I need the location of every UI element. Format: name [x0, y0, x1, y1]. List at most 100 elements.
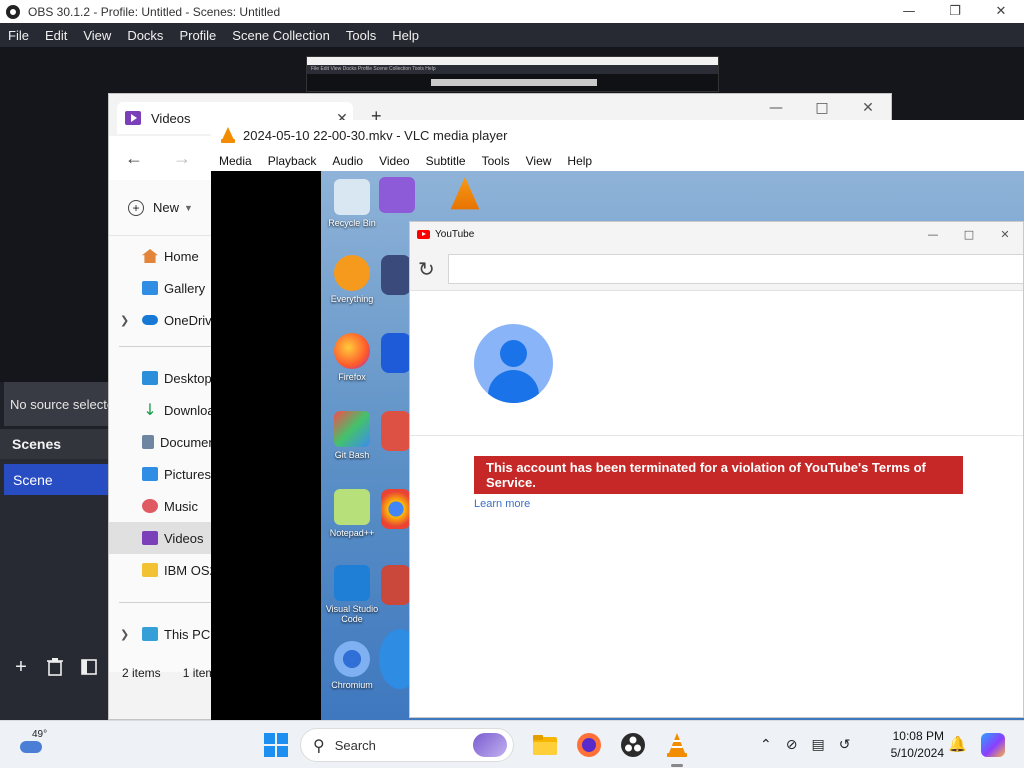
explorer-close-button[interactable]: ✕	[845, 94, 891, 122]
git-bash-icon	[334, 411, 370, 447]
vlc-menu-media[interactable]: Media	[211, 154, 260, 168]
youtube-window: YouTube — □ ✕ ↻ This account has been te…	[409, 221, 1024, 718]
sidebar-item-desktop[interactable]: Desktop	[109, 362, 213, 394]
menu-docks[interactable]: Docks	[119, 28, 171, 43]
sidebar-item-pictures[interactable]: Pictures	[109, 458, 213, 490]
scene-list-item[interactable]: Scene	[4, 464, 114, 495]
youtube-titlebar: YouTube — □ ✕	[410, 222, 1023, 247]
computer-icon	[142, 627, 158, 641]
update-icon[interactable]: ↺	[839, 737, 851, 753]
sidebar-item-videos[interactable]: Videos	[109, 522, 213, 554]
trash-icon	[47, 658, 63, 676]
sidebar-item-home[interactable]: Home	[109, 240, 213, 272]
vlc-menu-help[interactable]: Help	[559, 154, 600, 168]
sidebar-label: Desktop	[164, 370, 212, 386]
expand-chevron-icon[interactable]: ❯	[120, 628, 129, 641]
maximize-button[interactable]: ❐	[932, 0, 978, 23]
forward-arrow-icon[interactable]: →	[173, 148, 191, 169]
app-icon	[381, 565, 411, 605]
back-arrow-icon[interactable]: ←	[125, 148, 143, 169]
explorer-minimize-button[interactable]: —	[753, 94, 799, 122]
avatar-head	[500, 340, 527, 367]
folder-icon	[142, 563, 158, 577]
obs-preview-nested-screen: File Edit View Docks Profile Scene Colle…	[306, 56, 719, 92]
sidebar-item-gallery[interactable]: Gallery	[109, 272, 213, 304]
new-button[interactable]: New	[153, 200, 179, 215]
learn-more-link[interactable]: Learn more	[474, 498, 530, 510]
sidebar-item-music[interactable]: Music	[109, 490, 213, 522]
sidebar-label: Videos	[164, 530, 204, 546]
menu-view[interactable]: View	[75, 28, 119, 43]
sidebar-item-downloads[interactable]: ↓ Downloads	[109, 394, 213, 426]
vlc-menu-view[interactable]: View	[518, 154, 560, 168]
address-bar-input[interactable]	[448, 253, 1023, 284]
vlc-menu-video[interactable]: Video	[371, 154, 417, 168]
desktop-icon-label: Recycle Bin	[328, 218, 376, 228]
sidebar-label: Pictures	[164, 466, 211, 482]
remove-scene-button[interactable]	[42, 654, 68, 680]
expand-chevron-icon[interactable]: ❯	[120, 314, 129, 327]
vlc-menu-tools[interactable]: Tools	[474, 154, 518, 168]
desktop-icon	[142, 371, 158, 385]
vlc-window-title: 2024-05-10 22-00-30.mkv - VLC media play…	[243, 127, 508, 143]
scene-filter-button[interactable]	[76, 654, 102, 680]
explorer-status-bar: 2 items 1 item	[109, 658, 213, 688]
notification-bell-icon[interactable]: 🔔	[948, 735, 967, 753]
vlc-titlebar: 2024-05-10 22-00-30.mkv - VLC media play…	[211, 120, 1024, 150]
taskbar-obs[interactable]	[617, 729, 649, 761]
gallery-icon	[142, 281, 158, 295]
chevron-down-icon: ▼	[184, 202, 193, 213]
menu-scene-collection[interactable]: Scene Collection	[224, 28, 338, 43]
yt-maximize-button[interactable]: □	[951, 228, 987, 241]
menu-help[interactable]: Help	[384, 28, 427, 43]
notepad-plus-icon	[334, 489, 370, 525]
vlc-menu-playback[interactable]: Playback	[260, 154, 325, 168]
minimize-button[interactable]: —	[886, 0, 932, 23]
avatar	[474, 324, 553, 403]
taskbar: 49° ⚲ Search ⌃ ⊘ ▤ ↺ 10:08 PM 5/10/2024 …	[0, 720, 1024, 768]
desktop-icon-chromium: Chromium	[322, 641, 382, 690]
yt-close-button[interactable]: ✕	[987, 228, 1023, 241]
menu-file[interactable]: File	[0, 28, 37, 43]
sidebar-item-this-pc[interactable]: ❯ This PC	[109, 618, 213, 650]
taskbar-clock[interactable]: 10:08 PM 5/10/2024	[882, 728, 944, 762]
taskbar-file-explorer[interactable]	[529, 729, 561, 761]
windows-logo-tile	[264, 733, 275, 744]
menu-profile[interactable]: Profile	[171, 28, 224, 43]
menu-tools[interactable]: Tools	[338, 28, 384, 43]
mini-window-strip	[431, 79, 597, 86]
yt-minimize-button[interactable]: —	[915, 228, 951, 241]
obs-window-title: OBS 30.1.2 - Profile: Untitled - Scenes:…	[28, 4, 281, 19]
sidebar-item-onedrive[interactable]: ❯ OneDrive	[109, 304, 213, 336]
taskbar-vlc[interactable]	[661, 729, 693, 767]
sidebar-label: Documents	[160, 434, 213, 450]
vlc-menu-subtitle[interactable]: Subtitle	[418, 154, 474, 168]
sidebar-item-ibm-os2[interactable]: IBM OS2	[109, 554, 213, 586]
desktop-icon-recycle-bin: Recycle Bin	[322, 179, 382, 228]
item-count: 2 items	[122, 666, 161, 680]
channel-header	[410, 291, 1023, 436]
network-off-icon[interactable]: ⊘	[786, 737, 798, 753]
start-button[interactable]	[264, 733, 288, 757]
app-icon	[381, 411, 411, 451]
malwarebytes-icon	[381, 333, 411, 373]
add-scene-button[interactable]: +	[8, 654, 34, 680]
weather-widget[interactable]: 49°	[20, 729, 50, 759]
vlc-menu-audio[interactable]: Audio	[324, 154, 371, 168]
reload-icon[interactable]: ↻	[418, 257, 440, 281]
sidebar-label: Gallery	[164, 280, 206, 296]
copilot-icon[interactable]	[981, 733, 1005, 757]
taskbar-search[interactable]: ⚲ Search	[300, 728, 514, 762]
home-icon	[142, 249, 158, 263]
mini-menubar: File Edit View Docks Profile Scene Colle…	[307, 65, 718, 74]
sidebar-item-documents[interactable]: Documents	[109, 426, 213, 458]
sidebar-divider	[119, 346, 211, 347]
search-highlight-icon	[473, 733, 507, 757]
display-icon[interactable]: ▤	[811, 737, 824, 753]
close-button[interactable]: ✕	[978, 0, 1024, 23]
sidebar-label: This PC	[164, 626, 211, 642]
taskbar-firefox[interactable]	[573, 729, 605, 761]
tray-overflow-chevron-icon[interactable]: ⌃	[760, 737, 772, 753]
explorer-maximize-button[interactable]: □	[799, 94, 845, 122]
menu-edit[interactable]: Edit	[37, 28, 75, 43]
